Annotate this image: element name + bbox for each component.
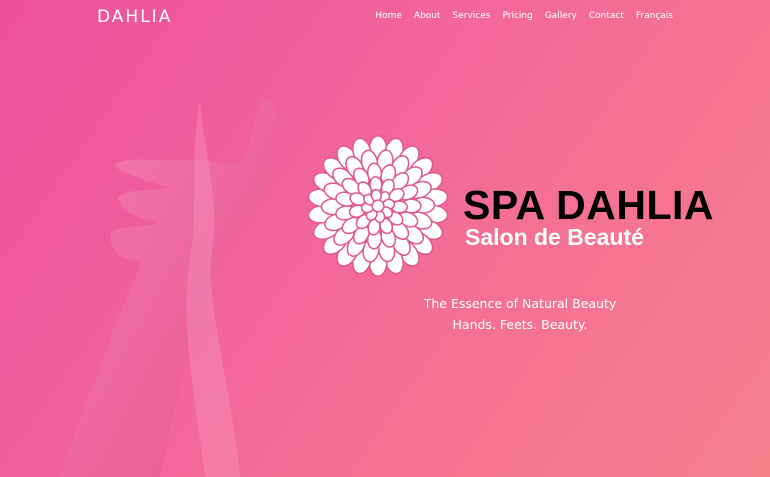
nav-services[interactable]: Services [453, 11, 491, 21]
spa-subtitle: Salon de Beauté [465, 224, 644, 250]
hero-tagline: The Essence of Natural Beauty [423, 296, 617, 311]
nav-language-francais[interactable]: Français [636, 11, 673, 21]
spa-title: SPA DAHLIA [463, 182, 714, 228]
brand-logo-text[interactable]: DAHLIA [97, 7, 172, 27]
nav-about[interactable]: About [414, 11, 441, 21]
dahlia-flower-icon [307, 135, 449, 277]
nav-home[interactable]: Home [375, 11, 402, 21]
top-navigation-bar: DAHLIA Home About Services Pricing Galle… [0, 0, 770, 34]
main-nav: Home About Services Pricing Gallery Cont… [363, 11, 673, 21]
nav-pricing[interactable]: Pricing [502, 11, 532, 21]
nav-gallery[interactable]: Gallery [545, 11, 577, 21]
hero-tagline-secondary: Hands. Feets. Beauty. [452, 317, 588, 332]
hero-logo: SPA DAHLIA Salon de Beauté [300, 128, 730, 284]
nav-contact[interactable]: Contact [589, 11, 624, 21]
